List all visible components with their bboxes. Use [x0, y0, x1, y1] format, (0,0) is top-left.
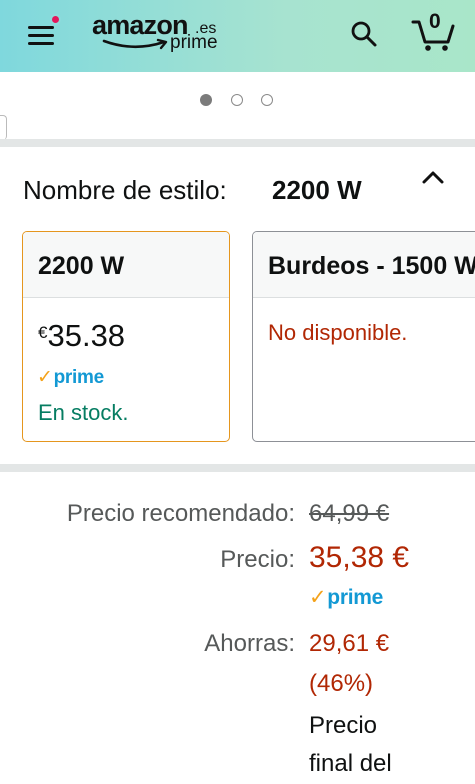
- side-drawer-handle[interactable]: [0, 115, 7, 140]
- style-value: 2200 W: [272, 175, 362, 205]
- logo-smile-icon: [102, 38, 168, 50]
- section-divider: [0, 139, 475, 147]
- carousel-dot-3[interactable]: [261, 94, 273, 106]
- logo-sub: prime: [170, 32, 218, 53]
- recommended-price-label: Precio recomendado:: [66, 500, 295, 527]
- recommended-price-value: 64,99 €: [309, 500, 390, 527]
- price-label: Precio:: [220, 546, 295, 573]
- price-amount: 35.38: [47, 318, 126, 353]
- cart-button[interactable]: 0: [410, 10, 456, 52]
- chevron-up-icon[interactable]: [420, 168, 446, 188]
- prime-label: prime: [327, 586, 383, 609]
- notification-dot: [50, 14, 61, 25]
- stock-status: No disponible.: [268, 320, 408, 345]
- stock-status: En stock.: [38, 400, 129, 425]
- prime-check-icon: ✓: [37, 367, 53, 388]
- menu-icon[interactable]: [28, 14, 61, 46]
- cart-count: 0: [429, 10, 441, 33]
- prime-badge: ✓prime: [309, 585, 383, 610]
- prime-label: prime: [53, 367, 105, 388]
- final-price-note-line-2: final del: [309, 750, 392, 777]
- prime-check-icon: ✓: [309, 586, 327, 609]
- carousel-dot-1[interactable]: [200, 94, 212, 106]
- final-price-note-line-1: Precio: [309, 712, 378, 739]
- search-icon[interactable]: [350, 20, 378, 48]
- style-option-price: €35.38: [38, 318, 125, 354]
- carousel-dot-2[interactable]: [231, 94, 243, 106]
- currency-symbol: €: [38, 323, 48, 342]
- amazon-prime-logo[interactable]: amazon .es prime: [92, 10, 232, 60]
- savings-value: 29,61 €: [309, 630, 390, 657]
- savings-label: Ahorras:: [204, 630, 295, 657]
- style-option-2200w[interactable]: 2200 W €35.38 ✓prime En stock.: [22, 231, 230, 442]
- style-label: Nombre de estilo:: [23, 175, 227, 205]
- price-value: 35,38 €: [309, 541, 410, 574]
- section-divider: [0, 464, 475, 472]
- savings-percent: (46%): [309, 670, 374, 697]
- prime-badge: ✓prime: [37, 366, 104, 389]
- style-option-title: 2200 W: [23, 232, 229, 298]
- style-option-burdeos[interactable]: Burdeos - 1500 W No disponible.: [252, 231, 475, 442]
- style-option-title: Burdeos - 1500 W: [253, 232, 475, 298]
- app-header: amazon .es prime 0: [0, 0, 475, 72]
